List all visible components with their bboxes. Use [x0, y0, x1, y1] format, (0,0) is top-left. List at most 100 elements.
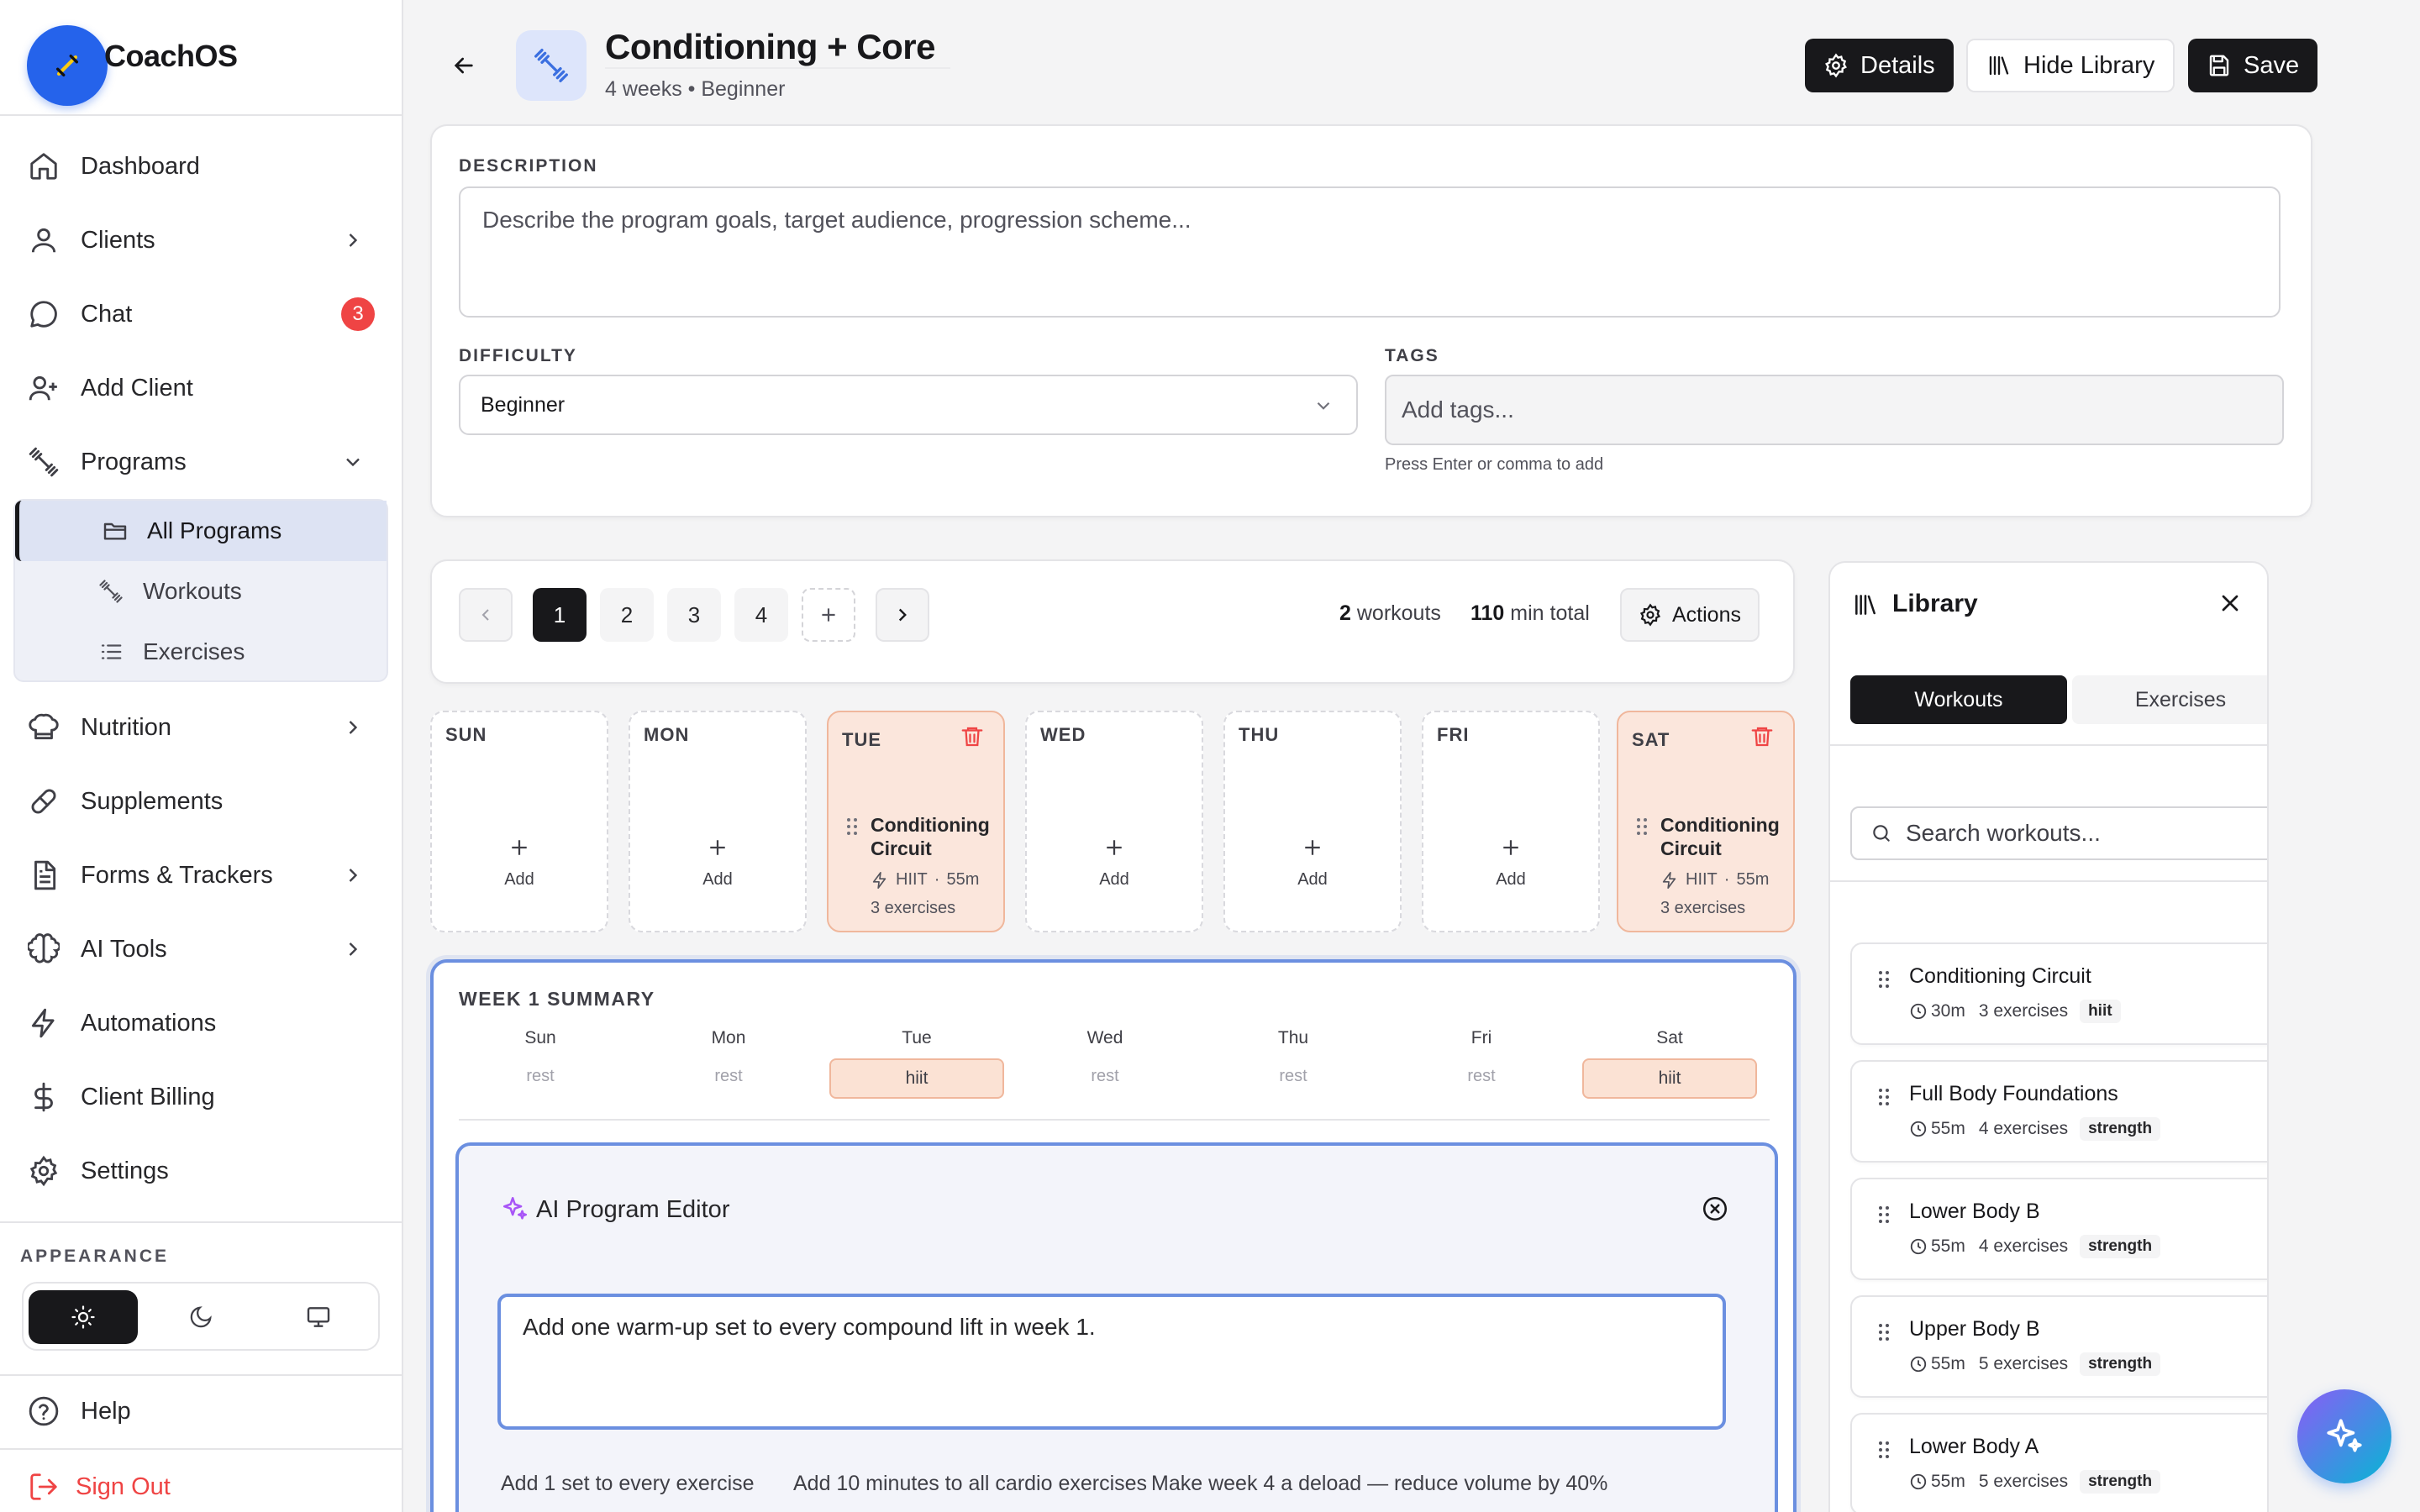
chevron-right-icon — [341, 228, 365, 252]
nav-help[interactable]: Help — [15, 1381, 387, 1441]
nav-clients[interactable]: Clients — [15, 210, 387, 270]
library-workout-item[interactable]: Lower Body B 55m 4 exercises strength — [1850, 1178, 2267, 1280]
suggestion-chip[interactable]: Add 10 minutes to all cardio exercises — [793, 1472, 1147, 1496]
light-theme-button[interactable] — [29, 1290, 138, 1344]
description-label: DESCRIPTION — [459, 156, 598, 176]
sub-item-workouts[interactable]: Workouts — [15, 561, 387, 622]
drag-handle-icon[interactable] — [1877, 1322, 1891, 1342]
sub-item-label: Workouts — [143, 578, 242, 604]
workout-duration: 55m — [1931, 1354, 1965, 1373]
drag-handle-icon[interactable] — [1877, 1087, 1891, 1107]
next-week-button[interactable] — [876, 588, 929, 642]
home-icon — [25, 148, 62, 185]
nav-supplements[interactable]: Supplements — [15, 771, 387, 832]
day-card-mon[interactable]: MON Add — [629, 711, 807, 932]
tags-label: TAGS — [1385, 346, 1439, 365]
day-card-fri[interactable]: FRI Add — [1422, 711, 1600, 932]
nav-programs[interactable]: Programs — [15, 432, 387, 492]
library-workout-item[interactable]: Full Body Foundations 55m 4 exercises st… — [1850, 1060, 2267, 1163]
add-workout-button[interactable]: Add — [1423, 835, 1598, 890]
summary-day-label: Mon — [711, 1028, 746, 1047]
summary-day: Sun rest — [452, 1028, 629, 1086]
nav-chat[interactable]: Chat 3 — [15, 284, 387, 344]
help-icon — [25, 1393, 62, 1430]
summary-status: rest — [526, 1067, 555, 1085]
prev-week-button[interactable] — [459, 588, 513, 642]
tags-input[interactable]: Add tags... — [1385, 375, 2284, 445]
theme-toggle — [22, 1282, 380, 1351]
ai-program-editor: AI Program Editor Add one warm-up set to… — [455, 1142, 1778, 1512]
nav-add-client[interactable]: Add Client — [15, 358, 387, 418]
drag-handle-icon[interactable] — [845, 816, 859, 837]
program-subtitle: 4 weeks • Beginner — [605, 77, 786, 101]
nav-automations[interactable]: Automations — [15, 993, 387, 1053]
week-3-button[interactable]: 3 — [667, 588, 721, 642]
nav-settings[interactable]: Settings — [15, 1141, 387, 1201]
add-label: Add — [1297, 870, 1328, 889]
add-workout-button[interactable]: Add — [1225, 835, 1400, 890]
programs-submenu: All Programs Workouts Exercises — [13, 499, 388, 682]
chat-icon — [25, 296, 62, 333]
nav-client-billing[interactable]: Client Billing — [15, 1067, 387, 1127]
tab-workouts[interactable]: Workouts — [1850, 675, 2067, 724]
day-card-tue[interactable]: TUE Conditioning Circuit HIIT · 55m 3 ex… — [827, 711, 1005, 932]
library-workout-item[interactable]: Conditioning Circuit 30m 3 exercises hii… — [1850, 942, 2267, 1045]
details-button[interactable]: Details — [1805, 39, 1954, 92]
search-icon — [1870, 822, 1892, 844]
nav-dashboard[interactable]: Dashboard — [15, 136, 387, 197]
drag-handle-icon[interactable] — [1877, 1205, 1891, 1225]
ai-editor-title: AI Program Editor — [536, 1196, 730, 1223]
drag-handle-icon[interactable] — [1635, 816, 1649, 837]
workout-duration: 55m — [1736, 870, 1770, 889]
dumbbell-icon — [533, 47, 570, 84]
sub-item-exercises[interactable]: Exercises — [15, 622, 387, 682]
difficulty-select[interactable]: Beginner — [459, 375, 1358, 435]
week-2-button[interactable]: 2 — [600, 588, 654, 642]
drag-handle-icon[interactable] — [1877, 969, 1891, 990]
minutes-stat: 110 min total — [1470, 601, 1590, 626]
library-search[interactable]: Search workouts... — [1850, 806, 2267, 860]
day-card-sun[interactable]: SUN Add — [430, 711, 608, 932]
workout-meta: 55m 4 exercises strength — [1909, 1117, 2161, 1141]
summary-day: Thu rest — [1205, 1028, 1381, 1086]
library-workout-item[interactable]: Lower Body A 55m 5 exercises strength — [1850, 1413, 2267, 1512]
app-logo[interactable] — [27, 25, 108, 106]
dark-theme-button[interactable] — [146, 1290, 255, 1344]
add-workout-button[interactable]: Add — [432, 835, 607, 890]
add-workout-button[interactable]: Add — [1027, 835, 1202, 890]
nav-ai-tools[interactable]: AI Tools — [15, 919, 387, 979]
day-card-sat[interactable]: SAT Conditioning Circuit HIIT · 55m 3 ex… — [1617, 711, 1795, 932]
add-workout-button[interactable]: Add — [630, 835, 805, 890]
library-workout-item[interactable]: Upper Body B 55m 5 exercises strength — [1850, 1295, 2267, 1398]
nav-label: AI Tools — [81, 935, 167, 963]
sub-item-all-programs[interactable]: All Programs — [15, 501, 387, 561]
actions-button[interactable]: Actions — [1620, 588, 1760, 642]
nav-forms-trackers[interactable]: Forms & Trackers — [15, 845, 387, 906]
separator: · — [1723, 870, 1730, 889]
back-button[interactable] — [445, 47, 482, 84]
nav-nutrition[interactable]: Nutrition — [15, 697, 387, 758]
hide-library-button[interactable]: Hide Library — [1966, 39, 2175, 92]
system-theme-button[interactable] — [264, 1290, 373, 1344]
suggestion-chip[interactable]: Add 1 set to every exercise — [501, 1472, 755, 1496]
ai-assistant-button[interactable] — [2297, 1389, 2391, 1483]
week-1-button[interactable]: 1 — [533, 588, 587, 642]
day-card-thu[interactable]: THU Add — [1223, 711, 1402, 932]
day-card-wed[interactable]: WED Add — [1025, 711, 1203, 932]
add-week-button[interactable] — [802, 588, 855, 642]
library-icon — [1852, 591, 1879, 618]
close-icon[interactable] — [2217, 590, 2244, 617]
save-button[interactable]: Save — [2188, 39, 2318, 92]
drag-handle-icon[interactable] — [1877, 1440, 1891, 1460]
trash-icon[interactable] — [1749, 724, 1775, 749]
suggestion-chip[interactable]: Make week 4 a deload — reduce volume by … — [1151, 1472, 1607, 1496]
week-4-button[interactable]: 4 — [734, 588, 788, 642]
close-icon[interactable] — [1701, 1194, 1729, 1223]
nav-sign-out[interactable]: Sign Out — [15, 1457, 387, 1512]
plus-icon — [818, 604, 839, 626]
ai-prompt-input[interactable]: Add one warm-up set to every compound li… — [497, 1294, 1726, 1430]
tab-exercises[interactable]: Exercises — [2072, 675, 2267, 724]
description-textarea[interactable]: Describe the program goals, target audie… — [459, 186, 2281, 318]
program-title[interactable]: Conditioning + Core — [605, 27, 950, 69]
trash-icon[interactable] — [960, 724, 985, 749]
